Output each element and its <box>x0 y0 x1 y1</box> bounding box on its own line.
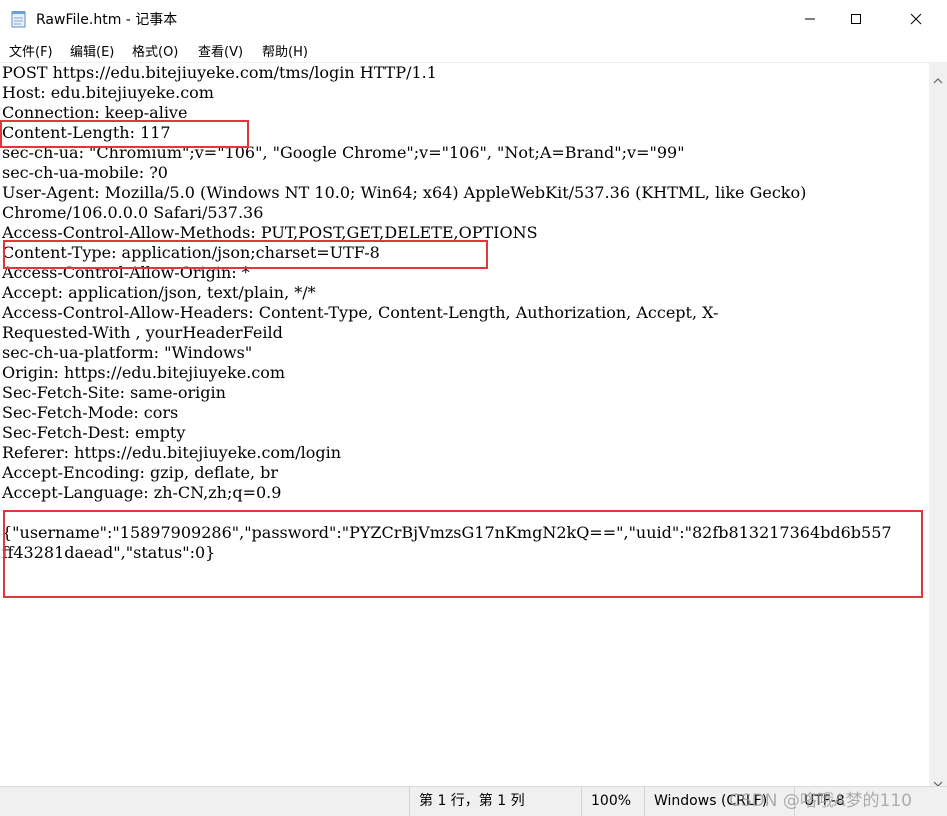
watermark: CSDN @咯哦A梦的110 <box>729 791 912 811</box>
menu-file[interactable]: 文件(F) <box>9 41 53 60</box>
editor-line: Sec-Fetch-Dest: empty <box>2 423 186 442</box>
menu-view[interactable]: 查看(V) <box>198 41 243 60</box>
highlight-content-type <box>3 240 488 269</box>
editor-line: POST https://edu.bitejiuyeke.com/tms/log… <box>2 63 437 82</box>
menu-help[interactable]: 帮助(H) <box>262 41 308 60</box>
menu-bar: 文件(F) 编辑(E) 格式(O) 查看(V) 帮助(H) <box>0 38 947 63</box>
cursor-position: 第 1 行，第 1 列 <box>409 787 581 816</box>
editor-line: Accept-Language: zh-CN,zh;q=0.9 <box>2 483 282 502</box>
close-icon <box>910 10 922 29</box>
highlight-content-length <box>0 120 249 148</box>
close-button[interactable] <box>893 0 939 38</box>
editor-line: sec-ch-ua-mobile: ?0 <box>2 163 168 182</box>
editor-line: User-Agent: Mozilla/5.0 (Windows NT 10.0… <box>2 183 807 202</box>
editor-line: Accept: application/json, text/plain, */… <box>2 283 316 302</box>
minimize-button[interactable] <box>787 0 833 38</box>
editor-line: sec-ch-ua-platform: "Windows" <box>2 343 253 362</box>
text-editor[interactable]: POST https://edu.bitejiuyeke.com/tms/log… <box>0 63 929 786</box>
highlight-request-body <box>3 510 923 598</box>
menu-edit[interactable]: 编辑(E) <box>70 41 114 60</box>
editor-line: Sec-Fetch-Site: same-origin <box>2 383 226 402</box>
title-bar: RawFile.htm - 记事本 <box>0 0 947 38</box>
editor-line: Origin: https://edu.bitejiuyeke.com <box>2 363 286 382</box>
editor-line: Requested-With , yourHeaderFeild <box>2 323 283 342</box>
status-bar: 第 1 行，第 1 列 100% Windows (CRLF) UTF-8 CS… <box>0 786 947 816</box>
maximize-icon <box>850 10 862 29</box>
editor-line: Host: edu.bitejiuyeke.com <box>2 83 214 102</box>
editor-line: Chrome/106.0.0.0 Safari/537.36 <box>2 203 264 222</box>
editor-line: Accept-Encoding: gzip, deflate, br <box>2 463 279 482</box>
vertical-scrollbar[interactable] <box>929 63 947 787</box>
zoom-level: 100% <box>581 787 644 816</box>
editor-line: Access-Control-Allow-Headers: Content-Ty… <box>2 303 719 322</box>
menu-format[interactable]: 格式(O) <box>132 41 178 60</box>
editor-line: Referer: https://edu.bitejiuyeke.com/log… <box>2 443 342 462</box>
minimize-icon <box>804 10 816 29</box>
scroll-up-icon[interactable] <box>933 69 943 88</box>
editor-line: Sec-Fetch-Mode: cors <box>2 403 179 422</box>
notepad-icon[interactable] <box>11 10 27 28</box>
maximize-button[interactable] <box>833 0 879 38</box>
window-title: RawFile.htm - 记事本 <box>36 12 178 28</box>
